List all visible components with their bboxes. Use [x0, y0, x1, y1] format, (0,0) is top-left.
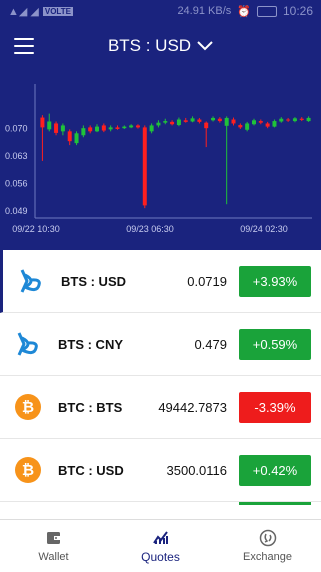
y-tick-label: 0.070: [5, 123, 28, 133]
candle-body: [40, 117, 45, 128]
candle-body: [129, 125, 134, 128]
candle-body: [170, 121, 175, 125]
app-bar: BTS : USD: [0, 22, 321, 70]
candle-body: [122, 126, 127, 129]
bitshares-icon: [17, 267, 45, 295]
tab-wallet[interactable]: Wallet: [0, 520, 107, 572]
pair-label: BTS : USD: [61, 273, 126, 289]
candle-body: [88, 127, 93, 132]
candle-body: [251, 120, 256, 125]
candle-body: [211, 117, 216, 121]
candle-body: [95, 126, 100, 132]
pair-label: BTC : USD: [58, 462, 124, 478]
candle-body: [81, 128, 86, 136]
signal-icons: ▲◢ ◢: [8, 5, 39, 18]
candlestick-chart: 0.070 0.063 0.056 0.049 09/22 10:30 09/23 06:…: [5, 84, 312, 234]
exchange-icon: [259, 529, 276, 547]
change-badge[interactable]: +3.93%: [239, 265, 311, 297]
candle-body: [197, 119, 202, 122]
change-badge[interactable]: +0.42%: [239, 454, 311, 486]
candle-body: [60, 125, 65, 132]
candle-body: [272, 121, 277, 127]
hamburger-icon: [14, 38, 34, 40]
bitcoin-icon: ₿: [14, 393, 42, 421]
candle-body: [176, 119, 181, 126]
tab-exchange[interactable]: Exchange: [214, 520, 321, 572]
candle-body: [238, 125, 243, 128]
clock: 10:26: [282, 4, 313, 18]
candle-body: [74, 133, 79, 144]
candle-body: [245, 123, 250, 130]
candle-body: [163, 121, 168, 123]
price-value: 3500.0116: [166, 462, 228, 478]
alarm-icon: ⏰: [237, 5, 251, 18]
network-speed: 24.91 KB/s: [177, 5, 232, 17]
y-tick-label: 0.063: [5, 151, 28, 161]
bitshares-icon: [14, 330, 42, 358]
candle-body: [306, 117, 311, 122]
x-tick-label: 09/23 06:30: [126, 224, 174, 234]
candle-body: [149, 125, 154, 132]
bottom-nav: Wallet Quotes Exchange: [0, 519, 321, 572]
candle-body: [135, 125, 140, 128]
price-value: 49442.7873: [158, 399, 227, 415]
quote-row[interactable]: ₿ BTC : USD 3500.0116 +0.42%: [0, 439, 321, 502]
tab-label: Wallet: [38, 551, 69, 563]
pair-label: BTC : BTS: [58, 399, 123, 415]
price-value: 0.0719: [187, 273, 227, 289]
svg-text:₿: ₿: [22, 398, 34, 416]
candle-body: [299, 118, 304, 120]
bitcoin-icon: ₿: [14, 456, 42, 484]
battery-icon: [256, 5, 277, 17]
partial-row: [0, 502, 321, 520]
quote-list: BTS : USD 0.0719 +3.93% BTS : CNY 0.479 +0.59…: [0, 250, 321, 502]
y-tick-label: 0.056: [5, 179, 28, 189]
candle-body: [67, 131, 72, 142]
quote-row[interactable]: BTS : USD 0.0719 +3.93%: [0, 250, 321, 313]
change-badge[interactable]: -3.39%: [239, 391, 311, 423]
candle-body: [286, 119, 291, 121]
quote-row[interactable]: BTS : CNY 0.479 +0.59%: [0, 313, 321, 376]
candle-body: [101, 125, 106, 131]
candle-body: [265, 123, 270, 127]
status-bar: ▲◢ ◢ VOLTE 24.91 KB/s ⏰ 10:26: [0, 0, 321, 22]
candle-body: [183, 120, 188, 122]
price-chart[interactable]: 0.070 0.063 0.056 0.049 09/22 10:30 09/23 06:…: [0, 70, 321, 250]
price-value: 0.479: [194, 336, 227, 352]
candle-body: [224, 117, 229, 126]
chevron-down-icon: [197, 41, 213, 51]
change-badge[interactable]: +0.59%: [239, 328, 311, 360]
menu-button[interactable]: [14, 38, 34, 54]
pair-label: BTS : CNY: [58, 336, 123, 352]
quote-row[interactable]: ₿ BTC : BTS 49442.7873 -3.39%: [0, 376, 321, 439]
candle-body: [279, 118, 284, 122]
wallet-icon: [46, 532, 61, 544]
x-tick-label: 09/22 10:30: [12, 224, 60, 234]
svg-text:₿: ₿: [22, 461, 34, 479]
candle-body: [115, 127, 120, 129]
candle-body: [142, 127, 147, 206]
network-badge: VOLTE: [42, 6, 73, 16]
candle-body: [231, 119, 236, 124]
candle-body: [54, 123, 59, 133]
tab-label: Exchange: [243, 551, 292, 563]
y-tick-label: 0.049: [5, 206, 28, 216]
pair-selector[interactable]: BTS : USD: [108, 36, 213, 56]
candle-body: [292, 118, 297, 122]
chart-icon: [152, 531, 168, 544]
candle-body: [204, 122, 209, 129]
page-title: BTS : USD: [107, 36, 192, 55]
x-tick-label: 09/24 02:30: [240, 224, 288, 234]
tab-quotes[interactable]: Quotes: [107, 520, 214, 572]
candle-body: [156, 122, 161, 126]
partial-change-badge: [239, 502, 311, 505]
candle-body: [108, 127, 113, 130]
tab-label: Quotes: [141, 550, 180, 564]
candle-body: [258, 121, 263, 123]
candle-body: [190, 118, 195, 122]
candle-body: [217, 118, 222, 122]
candle-body: [47, 121, 52, 130]
